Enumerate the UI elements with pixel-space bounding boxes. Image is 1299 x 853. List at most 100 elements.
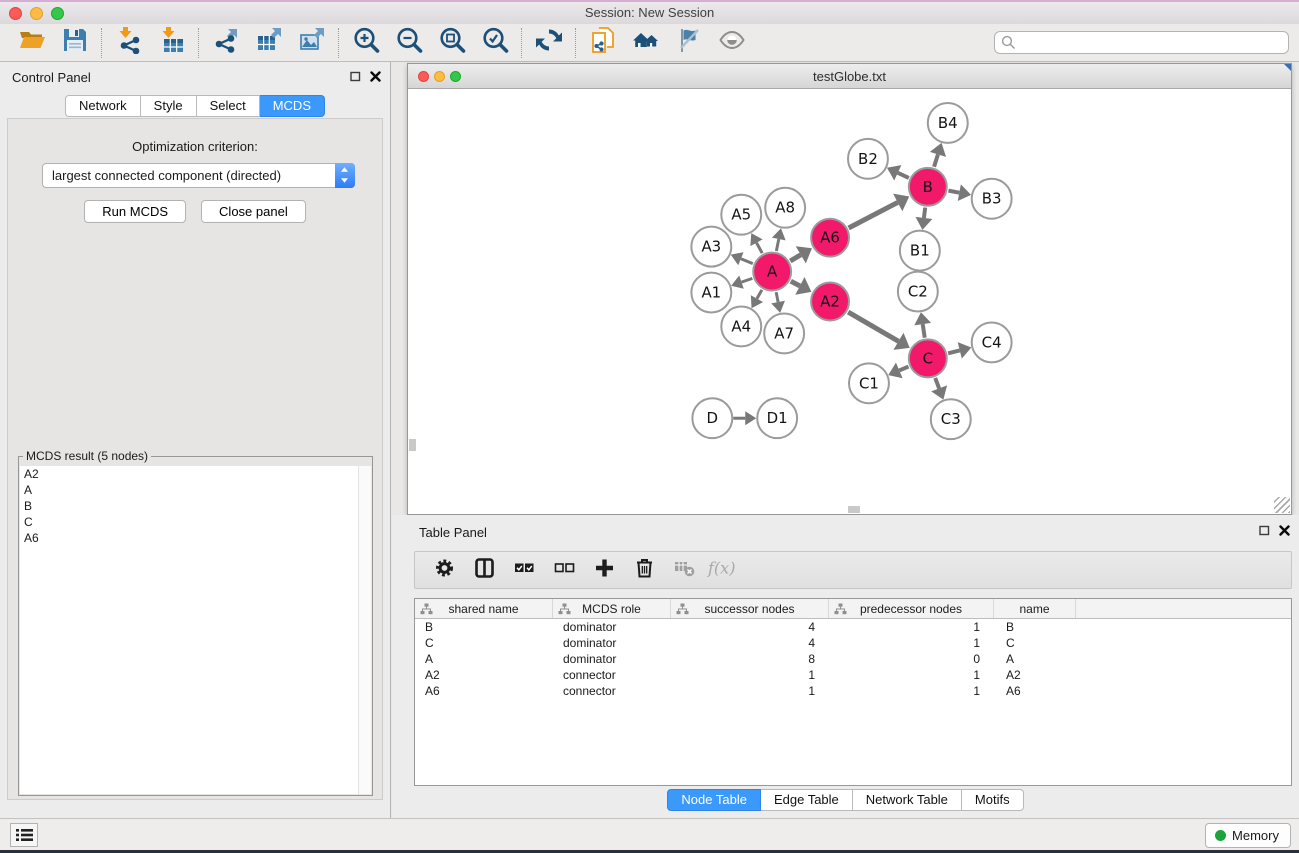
graph-node-C1[interactable]: C1 [849,363,889,403]
graph-edge-A-A6[interactable] [790,246,812,263]
cell-shared-name[interactable]: A6 [415,683,553,699]
select-all-rows-button[interactable] [506,555,542,585]
close-panel-button[interactable]: Close panel [201,200,306,223]
result-item-a6[interactable]: A6 [20,530,371,546]
cell-name[interactable]: B [994,619,1076,635]
tab-network-table[interactable]: Network Table [853,789,962,811]
export-network-button[interactable] [204,26,247,60]
tab-mcds[interactable]: MCDS [260,95,325,117]
dropdown-stepper-icon[interactable] [335,163,355,188]
graph-node-A2[interactable]: A2 [811,283,849,321]
graph-edge-A2-C[interactable] [848,312,910,350]
cell-shared-name[interactable]: B [415,619,553,635]
graph-node-A7[interactable]: A7 [764,313,804,353]
cell-successor-nodes[interactable]: 4 [671,619,829,635]
run-mcds-button[interactable]: Run MCDS [84,200,186,223]
network-close-button[interactable] [418,71,429,82]
memory-button[interactable]: Memory [1205,823,1291,848]
tab-edge-table[interactable]: Edge Table [761,789,853,811]
show-columns-button[interactable] [466,555,502,585]
optimization-criterion-dropdown[interactable]: largest connected component (directed) [42,163,355,188]
column-header-name[interactable]: name [994,599,1076,618]
cell-predecessor-nodes[interactable]: 1 [829,667,994,683]
cell-successor-nodes[interactable]: 1 [671,667,829,683]
result-item-c[interactable]: C [20,514,371,530]
result-item-a[interactable]: A [20,482,371,498]
graph-edge-C-C1[interactable] [888,363,908,379]
cell-name[interactable]: A6 [994,683,1076,699]
graph-node-A8[interactable]: A8 [765,188,805,228]
graph-node-B2[interactable]: B2 [848,139,888,179]
cell-shared-name[interactable]: C [415,635,553,651]
graph-edge-A-A3[interactable] [731,252,753,265]
graph-node-C4[interactable]: C4 [972,322,1012,362]
graph-node-D1[interactable]: D1 [757,398,797,438]
cell-predecessor-nodes[interactable]: 1 [829,635,994,651]
tab-network[interactable]: Network [65,95,141,117]
table-row-a2[interactable]: A2connector11A2 [415,667,1291,683]
graph-edge-A-A2[interactable] [791,277,812,295]
close-window-button[interactable] [9,7,22,20]
cell-MCDS-role[interactable]: dominator [553,651,671,667]
table-row-b[interactable]: Bdominator41B [415,619,1291,635]
graph-node-C[interactable]: C [909,339,947,377]
graph-edge-C-C3[interactable] [931,378,947,400]
network-canvas[interactable]: AA1A2A3A4A5A6A7A8BB1B2B3B4CC1C2C3C4DD1 [408,90,1291,514]
graph-edge-A6-B[interactable] [849,194,910,228]
graph-node-C3[interactable]: C3 [931,399,971,439]
cell-name[interactable]: A [994,651,1076,667]
table-row-c[interactable]: Cdominator41C [415,635,1291,651]
zoom-in-button[interactable] [344,26,387,60]
result-item-a2[interactable]: A2 [20,466,371,482]
graph-edge-A-A1[interactable] [731,276,752,289]
cell-successor-nodes[interactable]: 4 [671,635,829,651]
cell-successor-nodes[interactable]: 8 [671,651,829,667]
float-table-panel-icon[interactable] [1259,525,1270,536]
add-column-button[interactable] [586,555,622,585]
cell-MCDS-role[interactable]: connector [553,683,671,699]
column-header-successor-nodes[interactable]: successor nodes [671,599,829,618]
cell-shared-name[interactable]: A [415,651,553,667]
network-graph[interactable]: AA1A2A3A4A5A6A7A8BB1B2B3B4CC1C2C3C4DD1 [408,90,1291,514]
graph-edge-A-A4[interactable] [751,290,763,308]
cell-name[interactable]: A2 [994,667,1076,683]
refresh-button[interactable] [527,26,570,60]
delete-column-button[interactable] [626,555,662,585]
graph-edge-D-D1[interactable] [733,411,756,425]
graph-node-A1[interactable]: A1 [691,273,731,313]
import-table-button[interactable] [150,26,193,60]
graph-edge-C-C4[interactable] [948,342,971,358]
graph-node-A3[interactable]: A3 [691,227,731,267]
task-history-button[interactable] [10,823,38,847]
cell-shared-name[interactable]: A2 [415,667,553,683]
tab-motifs[interactable]: Motifs [962,789,1024,811]
cell-predecessor-nodes[interactable]: 0 [829,651,994,667]
cell-name[interactable]: C [994,635,1076,651]
graph-node-A[interactable]: A [753,253,791,291]
save-session-button[interactable] [53,26,96,60]
cell-MCDS-role[interactable]: connector [553,667,671,683]
float-panel-icon[interactable] [350,71,361,82]
close-panel-icon[interactable] [370,71,381,82]
graph-edge-B-B3[interactable] [948,184,971,201]
zoom-selected-button[interactable] [473,26,516,60]
cell-MCDS-role[interactable]: dominator [553,635,671,651]
column-header-shared-name[interactable]: shared name [415,599,553,618]
table-row-a6[interactable]: A6connector11A6 [415,683,1291,699]
zoom-fit-button[interactable] [430,26,473,60]
cell-successor-nodes[interactable]: 1 [671,683,829,699]
horizontal-scroll-nub[interactable] [848,506,860,513]
zoom-out-button[interactable] [387,26,430,60]
graph-edge-B-B2[interactable] [887,165,909,180]
network-zoom-button[interactable] [450,71,461,82]
graph-edge-B-B1[interactable] [916,208,933,230]
close-table-panel-icon[interactable] [1279,525,1290,536]
vertical-scroll-nub[interactable] [409,439,416,451]
search-input[interactable] [994,31,1289,54]
graph-node-D[interactable]: D [692,398,732,438]
tab-select[interactable]: Select [197,95,260,117]
column-header-MCDS-role[interactable]: MCDS role [553,599,671,618]
deselect-all-rows-button[interactable] [546,555,582,585]
graph-node-B3[interactable]: B3 [972,179,1012,219]
graph-edge-C-C2[interactable] [914,312,931,337]
